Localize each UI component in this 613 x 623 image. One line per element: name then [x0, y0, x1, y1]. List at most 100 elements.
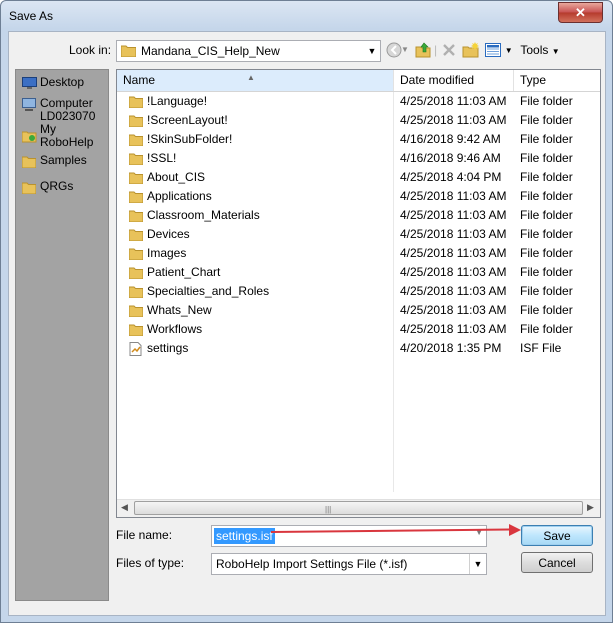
file-name: Classroom_Materials: [147, 208, 260, 222]
file-type: File folder: [520, 284, 573, 298]
file-type: File folder: [520, 322, 573, 336]
file-row[interactable]: Applications 4/25/2018 11:03 AM File folde…: [117, 187, 600, 206]
file-name: Specialties_and_Roles: [147, 284, 270, 298]
file-date: 4/25/2018 11:03 AM: [400, 208, 507, 222]
file-row[interactable]: Whats_New 4/25/2018 11:03 AM File folder: [117, 301, 600, 320]
file-type: File folder: [520, 246, 573, 260]
file-row[interactable]: !SkinSubFolder! 4/16/2018 9:42 AM File fol…: [117, 130, 600, 149]
computer-icon: [22, 98, 36, 111]
file-name: !SSL!: [147, 151, 177, 165]
folder-icon: [121, 45, 136, 57]
new-folder-button[interactable]: [461, 41, 481, 59]
views-menu-button[interactable]: ▼: [484, 41, 514, 59]
file-date: 4/16/2018 9:42 AM: [400, 132, 501, 146]
delete-icon: [443, 44, 455, 56]
file-date: 4/25/2018 11:03 AM: [400, 246, 507, 260]
file-date: 4/25/2018 11:03 AM: [400, 227, 507, 241]
chevron-down-icon: ▼: [469, 554, 486, 574]
file-type: File folder: [520, 170, 573, 184]
file-type: File folder: [520, 132, 573, 146]
look-in-dropdown[interactable]: Mandana_CIS_Help_New ▼: [116, 40, 381, 62]
file-date: 4/25/2018 11:03 AM: [400, 189, 507, 203]
file-date: 4/25/2018 11:03 AM: [400, 303, 507, 317]
file-row[interactable]: Specialties_and_Roles 4/25/2018 11:03 AM F…: [117, 282, 600, 301]
save-button[interactable]: Save: [521, 525, 593, 546]
file-type-value: RoboHelp Import Settings File (*.isf): [216, 557, 408, 571]
back-arrow-icon: [386, 42, 402, 58]
place-label: Samples: [40, 153, 87, 167]
tools-label: Tools: [520, 43, 549, 57]
file-name: settings: [147, 341, 189, 355]
file-type: File folder: [520, 208, 573, 222]
place-label: My RoboHelp: [40, 122, 94, 149]
column-header-name[interactable]: ▲ Name: [117, 70, 394, 91]
up-folder-icon: [415, 42, 430, 58]
file-type: ISF File: [520, 341, 562, 355]
title-bar: Save As ✕: [1, 1, 612, 31]
file-name: About_CIS: [147, 170, 206, 184]
file-name-value: settings.isf: [214, 528, 275, 544]
file-row[interactable]: Devices 4/25/2018 11:03 AM File folder: [117, 225, 600, 244]
views-menu-icon: [485, 43, 502, 57]
folder-icon: [22, 182, 36, 194]
new-folder-icon: [462, 42, 479, 58]
close-button[interactable]: ✕: [558, 2, 603, 23]
tools-menu-button[interactable]: Tools ▼: [517, 41, 563, 59]
file-row[interactable]: settings 4/20/2018 1:35 PM ISF File: [117, 339, 600, 358]
place-label: Computer LD023070: [40, 96, 96, 123]
desktop-icon: [22, 77, 37, 89]
toolbar-separator: |: [434, 43, 438, 57]
scroll-right-icon[interactable]: ▶: [587, 502, 594, 513]
file-row[interactable]: Workflows 4/25/2018 11:03 AM File folder: [117, 320, 600, 339]
file-row[interactable]: Classroom_Materials 4/25/2018 11:03 AM Fil…: [117, 206, 600, 225]
chevron-down-icon: ▼: [551, 47, 560, 56]
file-name-label: File name:: [116, 528, 173, 542]
scrollbar-thumb[interactable]: |||: [134, 501, 583, 515]
file-row[interactable]: !ScreenLayout! 4/25/2018 11:03 AM File fol…: [117, 111, 600, 130]
up-folder-button[interactable]: [413, 41, 433, 59]
file-row[interactable]: About_CIS 4/25/2018 4:04 PM File folder: [117, 168, 600, 187]
place-label: QRGs: [40, 179, 74, 193]
file-type: File folder: [520, 227, 573, 241]
file-date: 4/25/2018 11:03 AM: [400, 265, 507, 279]
look-in-label: Look in:: [69, 43, 112, 57]
file-date: 4/20/2018 1:35 PM: [400, 341, 502, 355]
dialog-body: Look in: Mandana_CIS_Help_New ▼ ▼ | ▼ To…: [8, 31, 606, 616]
file-date: 4/25/2018 11:03 AM: [400, 94, 507, 108]
file-name: Devices: [147, 227, 190, 241]
delete-button[interactable]: [439, 41, 459, 59]
folder-icon: [22, 156, 36, 168]
isf-file-icon: [129, 342, 142, 361]
file-row[interactable]: Images 4/25/2018 11:03 AM File folder: [117, 244, 600, 263]
file-row[interactable]: !Language! 4/25/2018 11:03 AM File folder: [117, 92, 600, 111]
chevron-down-icon[interactable]: ▼: [401, 41, 409, 59]
close-icon: ✕: [575, 5, 586, 20]
scroll-left-icon[interactable]: ◀: [121, 502, 128, 513]
cancel-button[interactable]: Cancel: [521, 552, 593, 573]
look-in-value: Mandana_CIS_Help_New: [141, 44, 280, 58]
column-header-type[interactable]: Type: [514, 70, 600, 91]
file-list[interactable]: ▲ Name Date modified Type !Language! 4/25…: [116, 69, 601, 518]
file-row[interactable]: Patient_Chart 4/25/2018 11:03 AM File fold…: [117, 263, 600, 282]
file-type: File folder: [520, 94, 573, 108]
column-header-label: Date modified: [400, 73, 475, 87]
chevron-down-icon: ▼: [367, 46, 377, 56]
grip-icon: |||: [325, 505, 332, 514]
file-type: File folder: [520, 113, 573, 127]
file-type-select[interactable]: RoboHelp Import Settings File (*.isf) ▼: [211, 553, 487, 575]
places-bar: Desktop Computer LD023070 My RoboHelp Sa…: [15, 69, 109, 601]
file-name: Whats_New: [147, 303, 212, 317]
dialog-title: Save As: [9, 9, 54, 23]
file-type: File folder: [520, 265, 573, 279]
file-name: !ScreenLayout!: [147, 113, 228, 127]
column-header-date[interactable]: Date modified: [394, 70, 514, 91]
file-type: File folder: [520, 189, 573, 203]
file-type-label: Files of type:: [116, 556, 185, 570]
file-date: 4/25/2018 4:04 PM: [400, 170, 502, 184]
place-label: Desktop: [40, 75, 85, 89]
column-header-label: Type: [520, 73, 547, 87]
file-row[interactable]: !SSL! 4/16/2018 9:46 AM File folder: [117, 149, 600, 168]
horizontal-scrollbar[interactable]: ◀ ||| ▶: [117, 499, 600, 517]
file-name: !SkinSubFolder!: [147, 132, 233, 146]
column-header-label: Name: [123, 73, 156, 87]
